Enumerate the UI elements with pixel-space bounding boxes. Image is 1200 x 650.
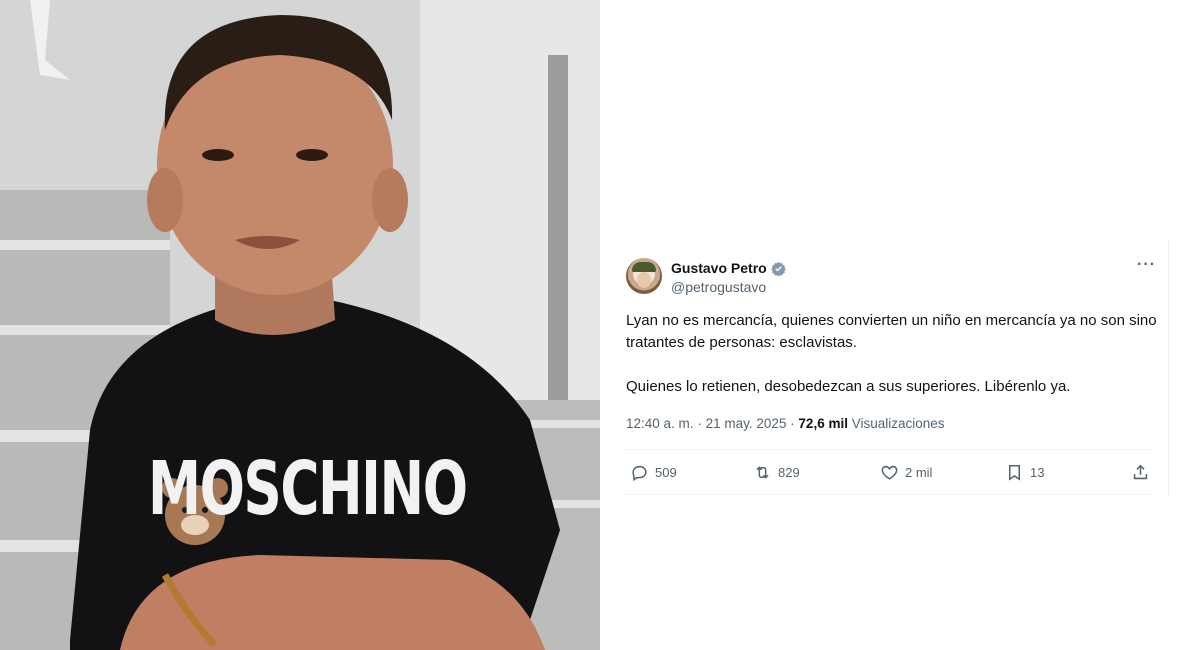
tweet-text: Lyan no es mercancía, quienes convierten… — [626, 310, 1166, 398]
author-name[interactable]: Gustavo Petro — [671, 260, 767, 276]
divider — [626, 449, 1154, 450]
tweet-card[interactable]: Gustavo Petro @petrogustavo ··· Lyan no … — [612, 238, 1169, 496]
tweet-paragraph: Lyan no es mercancía, quienes convierten… — [626, 312, 1157, 351]
tweet-date[interactable]: 21 may. 2025 — [706, 416, 787, 431]
boy-photo-illustration — [0, 0, 600, 650]
author-avatar[interactable] — [626, 258, 662, 294]
tweet-actions-bar: 509 829 2 mil 13 — [626, 460, 1154, 484]
reply-button[interactable]: 509 — [630, 463, 677, 482]
repost-button[interactable]: 829 — [753, 463, 800, 482]
bookmark-count: 13 — [1030, 464, 1045, 480]
like-button[interactable]: 2 mil — [880, 463, 932, 482]
views-count: 72,6 mil — [798, 416, 848, 431]
more-options-icon[interactable]: ··· — [1137, 257, 1156, 273]
heart-icon — [881, 465, 898, 480]
reply-count: 509 — [655, 464, 677, 480]
share-icon — [1133, 464, 1148, 479]
reply-icon — [632, 465, 647, 481]
meta-separator: · — [790, 416, 795, 431]
author-handle[interactable]: @petrogustavo — [671, 279, 766, 295]
author-name-row[interactable]: Gustavo Petro — [671, 259, 786, 277]
like-count: 2 mil — [905, 464, 933, 480]
tweet-metadata: 12:40 a. m. · 21 may. 2025 · 72,6 mil Vi… — [626, 416, 945, 431]
news-photo: MOSCHINO — [0, 0, 600, 650]
verified-badge-icon — [770, 261, 786, 276]
divider — [626, 494, 1154, 495]
repost-count: 829 — [778, 464, 800, 480]
meta-separator: · — [697, 416, 702, 431]
share-button[interactable] — [1131, 463, 1150, 482]
views-label: Visualizaciones — [851, 416, 945, 431]
shirt-print-text: MOSCHINO — [148, 446, 468, 532]
tweet-paragraph: Quienes lo retienen, desobedezcan a sus … — [626, 378, 1071, 395]
bookmark-icon — [1008, 464, 1021, 481]
tweet-time[interactable]: 12:40 a. m. — [626, 416, 694, 431]
repost-icon — [756, 465, 769, 479]
bookmark-button[interactable]: 13 — [1005, 463, 1044, 482]
